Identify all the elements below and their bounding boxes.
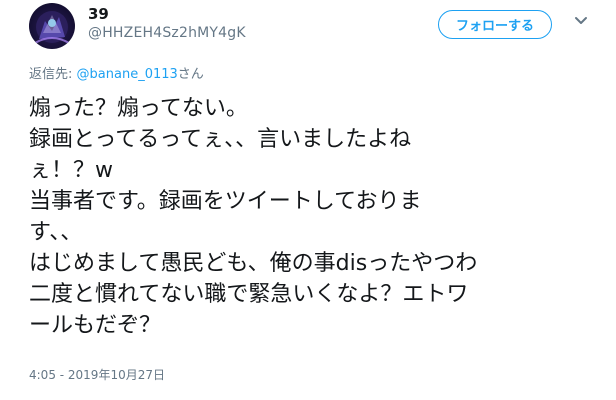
- avatar[interactable]: [29, 3, 75, 49]
- tweet-text: 煽った？煽ってない。 録画とってるってぇ、、言いましたよね ぇ！？w 当事者です…: [29, 93, 609, 341]
- user-handle[interactable]: @HHZEH4Sz2hMY4gK: [88, 24, 246, 42]
- avatar-image: [34, 11, 70, 44]
- follow-button[interactable]: フォローする: [438, 10, 552, 39]
- author-block: 39 @HHZEH4Sz2hMY4gK: [88, 5, 246, 42]
- reply-context: 返信先: @banane_0113さん: [29, 67, 204, 83]
- more-menu-button[interactable]: [571, 10, 591, 30]
- reply-suffix: さん: [177, 67, 204, 82]
- tweet-text-line: 当事者です。録画をツイートしておりま: [29, 189, 422, 214]
- tweet-text-line: ールもだぞ？: [29, 313, 162, 338]
- tweet-card: 39 @HHZEH4Sz2hMY4gK フォローする 返信先: @banane_…: [0, 0, 616, 400]
- tweet-timestamp[interactable]: 4:05 - 2019年10月27日: [29, 367, 165, 383]
- reply-mention-link[interactable]: @banane_0113: [77, 67, 178, 82]
- tweet-text-line: 二度と慣れてない職で緊急いくなよ？エトワ: [29, 282, 469, 307]
- reply-prefix: 返信先:: [29, 67, 73, 82]
- tweet-text-line: ぇ！？w: [29, 158, 113, 183]
- tweet-text-line: 録画とってるってぇ、、言いましたよね: [29, 127, 412, 152]
- tweet-text-line: す、、: [29, 220, 83, 245]
- display-name[interactable]: 39: [88, 5, 246, 23]
- chevron-down-icon: [575, 17, 587, 24]
- tweet-text-line: はじめまして愚民ども、俺の事disったやつわ: [29, 251, 478, 276]
- tweet-text-line: 煽った？煽ってない。: [29, 96, 248, 121]
